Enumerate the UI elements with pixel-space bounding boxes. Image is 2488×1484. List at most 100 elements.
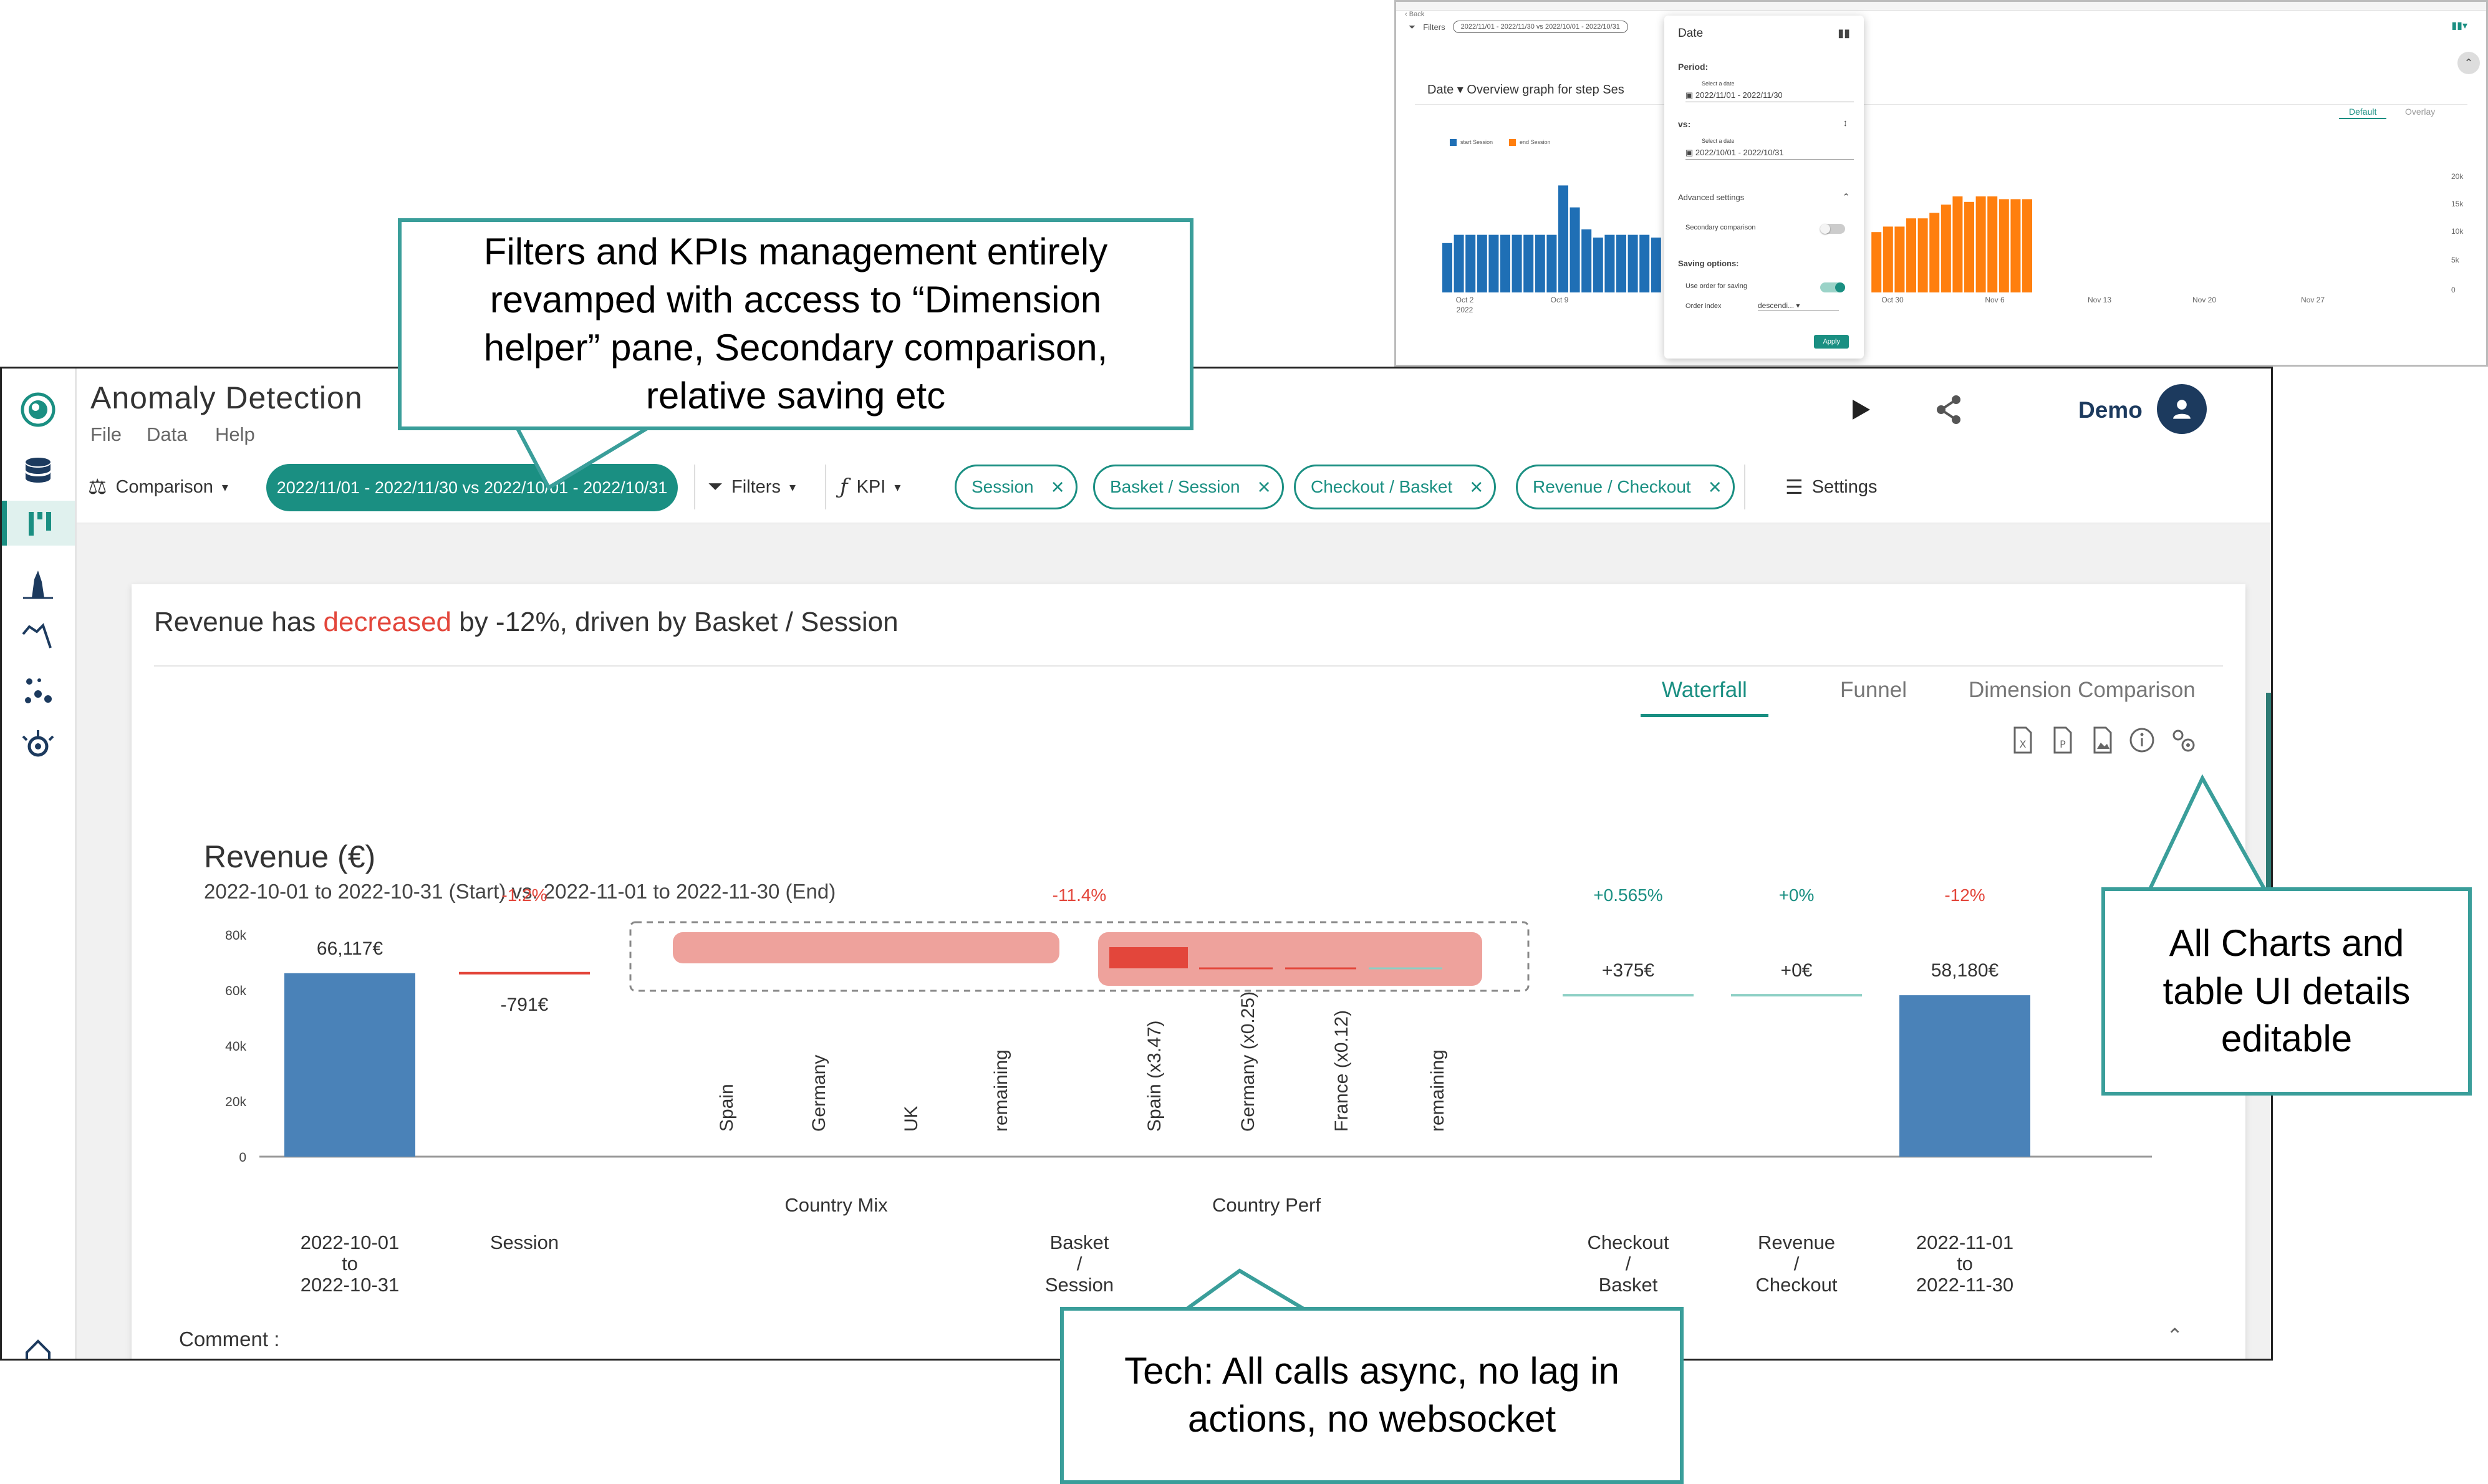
trend-icon[interactable] <box>16 613 60 658</box>
home-icon[interactable] <box>16 1329 60 1359</box>
inset-bar <box>1883 226 1893 292</box>
close-icon[interactable]: × <box>1051 476 1064 498</box>
inset-bar <box>1651 238 1661 292</box>
menu-data[interactable]: Data <box>147 423 187 446</box>
inset-bar <box>1616 234 1626 292</box>
popup-period-hint: Select a date <box>1702 80 1735 87</box>
menu-help[interactable]: Help <box>215 423 255 446</box>
divider <box>1744 465 1745 509</box>
inset-x-label: Nov 27 <box>2301 296 2325 304</box>
chevron-down-icon: ▾ <box>221 480 228 494</box>
x-category-label: 2022-10-01 <box>301 1231 400 1253</box>
popup-saving-label: Saving options: <box>1678 259 1739 268</box>
inset-y-label: 20k <box>2451 172 2464 181</box>
waterfall-bar-total <box>284 973 415 1157</box>
subgroup-bar-country-mix <box>673 932 1059 963</box>
inset-y-label: 10k <box>2451 227 2464 236</box>
play-button[interactable] <box>1841 391 1879 428</box>
inset-date-popup: Date ▮▮ Period: Select a date ▣ 2022/11/… <box>1664 16 1864 359</box>
inset-bar <box>1964 201 1974 292</box>
chevron-up-icon[interactable]: ⌃ <box>2166 1324 2183 1347</box>
callout-right: All Charts and table UI details editable <box>2101 887 2472 1096</box>
comparison-dropdown[interactable]: ⚖ Comparison ▾ <box>88 468 228 506</box>
analysis-card: Revenue has decreased by -12%, driven by… <box>132 584 2245 1359</box>
kpi-pill-revenue-checkout[interactable]: Revenue / Checkout × <box>1516 465 1735 509</box>
close-icon[interactable]: × <box>1470 476 1483 498</box>
x-category-label: / <box>1077 1253 1082 1274</box>
bar-value-label: +375€ <box>1602 960 1655 981</box>
calendar-icon: ▣ <box>1685 148 1695 157</box>
histogram-icon[interactable] <box>16 562 60 607</box>
kpi-pill-label: Checkout / Basket <box>1311 477 1453 496</box>
inset-bar <box>1535 234 1545 292</box>
divider <box>825 465 826 509</box>
inset-bar <box>1569 207 1580 292</box>
pct-change-label: -1.2% <box>501 885 547 905</box>
kpi-pill-session[interactable]: Session × <box>955 465 1078 509</box>
inset-bar <box>1871 232 1882 292</box>
x-category-label: Revenue <box>1758 1231 1835 1253</box>
subgroup-item-label: UK <box>901 1106 922 1132</box>
popup-swap-icon[interactable]: ↕ <box>1843 118 1848 128</box>
kpi-pill-basket-session[interactable]: Basket / Session × <box>1093 465 1284 509</box>
callout-right-tail <box>2146 774 2269 895</box>
subgroup-item-label: remaining <box>1427 1049 1448 1132</box>
database-icon[interactable] <box>16 450 60 494</box>
subgroup-item-label: Spain (x3.47) <box>1144 1021 1165 1132</box>
settings-button[interactable]: ☰ Settings <box>1785 468 1877 506</box>
kpi-dropdown[interactable]: ƒ KPI ▾ <box>840 468 900 506</box>
bar-value-label: 66,117€ <box>317 938 383 959</box>
callout-bottom: Tech: All calls async, no lag in actions… <box>1060 1307 1684 1484</box>
inset-bar <box>1975 196 1986 292</box>
comment-label: Comment : <box>179 1327 280 1351</box>
x-category-label: / <box>1626 1253 1631 1274</box>
y-tick-label: 40k <box>225 1039 246 1054</box>
x-category-label: Session <box>490 1231 559 1253</box>
pct-change-label: +0.565% <box>1593 885 1662 905</box>
kpi-label: KPI <box>856 476 886 497</box>
popup-use-order-toggle[interactable] <box>1820 282 1845 292</box>
calendar-icon: ▣ <box>1685 90 1695 100</box>
y-tick-label: 20k <box>225 1095 246 1109</box>
settings-bug-icon[interactable] <box>16 723 60 768</box>
waterfall-bar-total <box>1899 995 2030 1157</box>
popup-apply-button[interactable]: Apply <box>1814 335 1849 349</box>
inset-bar-chart: Oct 2 2022 Oct 9 Oct 30 Nov 6 Nov 13 Nov 20 Nov… <box>1442 172 2464 314</box>
divider <box>694 465 695 509</box>
popup-order-index-select[interactable]: descendi... ▾ <box>1758 301 1839 311</box>
y-tick-label: 80k <box>225 928 246 943</box>
popup-vs-field[interactable]: ▣ 2022/10/01 - 2022/10/31 <box>1685 147 1854 160</box>
close-icon[interactable]: × <box>1709 476 1722 498</box>
avatar[interactable] <box>2157 384 2207 434</box>
popup-period-field[interactable]: ▣ 2022/11/01 - 2022/11/30 <box>1685 89 1854 102</box>
share-icon <box>1937 395 1960 424</box>
user-icon <box>2173 400 2191 419</box>
inset-x-label: Oct 9 <box>1551 296 1569 304</box>
share-button[interactable] <box>1930 391 1967 428</box>
inset-bar <box>1894 226 1905 292</box>
close-icon[interactable]: × <box>1258 476 1271 498</box>
popup-secondary-toggle[interactable] <box>1820 224 1845 234</box>
filters-dropdown[interactable]: ⏷ Filters ▾ <box>708 468 796 506</box>
kpi-pill-checkout-basket[interactable]: Checkout / Basket × <box>1294 465 1497 509</box>
bar-value-label: +0€ <box>1781 960 1813 981</box>
waterfall-chart: Revenue (€)2022-10-01 to 2022-10-31 (Sta… <box>204 839 2152 1296</box>
bar-value-label: -791€ <box>501 995 549 1015</box>
user-name[interactable]: Demo <box>2078 397 2143 423</box>
sidebar <box>2 369 77 1359</box>
inset-bar <box>1987 196 1998 292</box>
scatter-icon[interactable] <box>16 668 60 713</box>
waterfall-icon[interactable] <box>2 501 75 546</box>
popup-advanced-chevron-icon[interactable]: ⌃ <box>1842 191 1850 203</box>
filters-label: Filters <box>731 476 781 497</box>
popup-use-order-label: Use order for saving <box>1685 282 1748 290</box>
pct-change-label: +0% <box>1779 885 1815 905</box>
popup-advanced-label[interactable]: Advanced settings <box>1678 193 1744 202</box>
comparison-label: Comparison <box>115 476 213 497</box>
menu-file[interactable]: File <box>90 423 122 446</box>
x-category-label: to <box>1957 1253 1973 1274</box>
x-category-label: 2022-10-31 <box>301 1274 400 1296</box>
popup-chart-icon[interactable]: ▮▮ <box>1838 27 1850 40</box>
logo-icon[interactable] <box>16 387 60 432</box>
inset-bar <box>2022 199 2032 292</box>
